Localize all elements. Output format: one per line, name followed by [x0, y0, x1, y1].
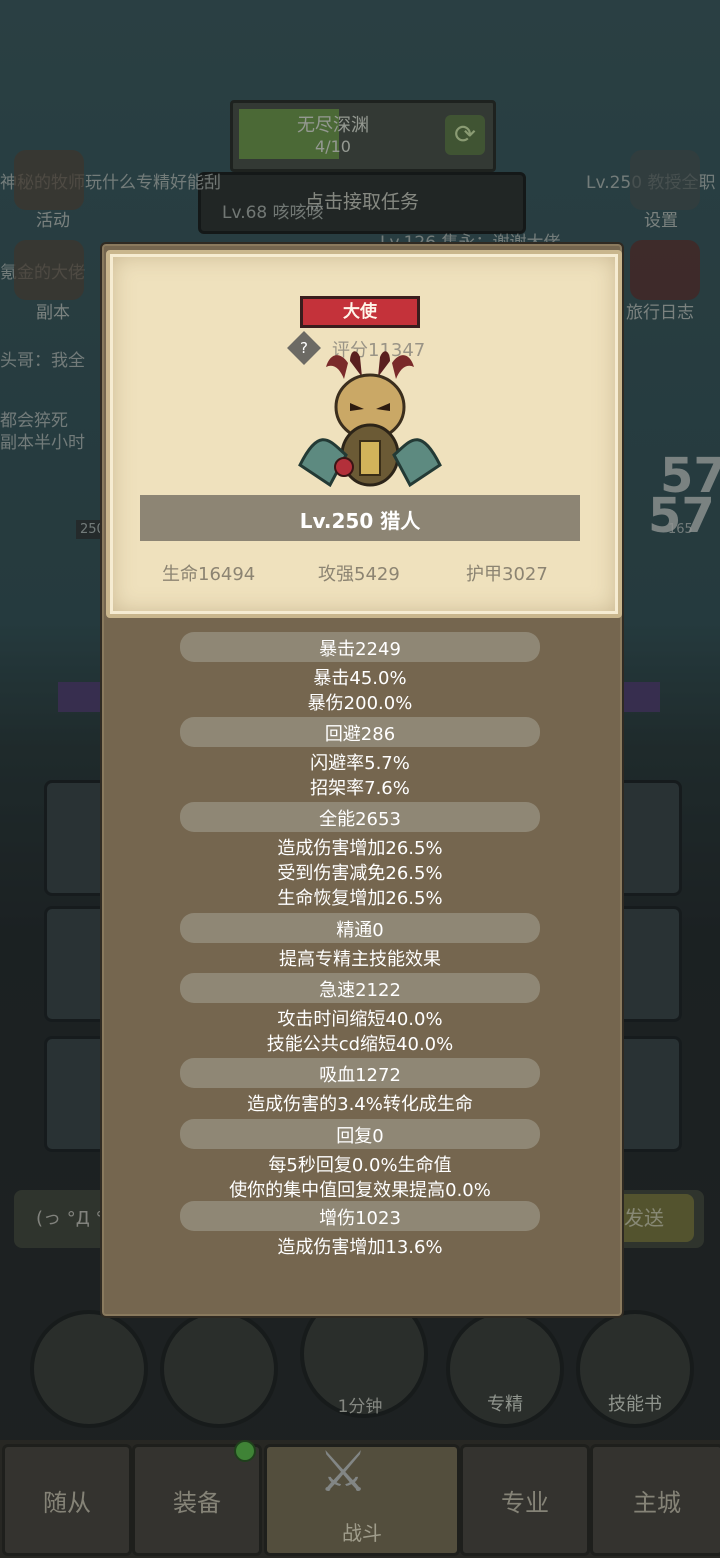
- avoidance-header: 回避286: [180, 717, 540, 747]
- lifesteal-header: 吸血1272: [180, 1058, 540, 1088]
- stat-detail: 闪避率5.7%: [310, 753, 410, 774]
- regen-header: 回复0: [180, 1119, 540, 1149]
- versatility-header: 全能2653: [180, 802, 540, 832]
- hunter-portrait-icon: [298, 351, 442, 488]
- mastery-header: 精通0: [180, 913, 540, 943]
- hp-stat: 生命16494: [162, 564, 256, 585]
- stat-detail: 招架率7.6%: [310, 778, 410, 799]
- stat-detail: 受到伤害减免26.5%: [277, 863, 443, 884]
- rank-badge: 大使: [300, 296, 420, 328]
- damage-bonus-header: 增伤1023: [180, 1201, 540, 1231]
- stat-detail: 暴击45.0%: [313, 668, 407, 689]
- stat-detail: 造成伤害增加13.6%: [277, 1237, 443, 1258]
- stat-detail: 攻击时间缩短40.0%: [277, 1009, 443, 1030]
- character-name-bar: Lv.250 猎人: [140, 495, 580, 541]
- stat-detail: 生命恢复增加26.5%: [277, 888, 443, 909]
- stat-detail: 技能公共cd缩短40.0%: [266, 1034, 454, 1055]
- armor-stat: 护甲3027: [466, 564, 548, 585]
- stat-detail: 提高专精主技能效果: [279, 949, 441, 970]
- stat-detail: 造成伤害增加26.5%: [277, 838, 443, 859]
- stat-detail: 使你的集中值回复效果提高0.0%: [229, 1180, 491, 1201]
- stat-detail: 造成伤害的3.4%转化成生命: [247, 1094, 473, 1115]
- attack-power-stat: 攻强5429: [318, 564, 400, 585]
- character-name: Lv.250 猎人: [299, 509, 421, 533]
- haste-header: 急速2122: [180, 973, 540, 1003]
- stat-detail: 暴伤200.0%: [307, 693, 413, 714]
- crit-header: 暴击2249: [180, 632, 540, 662]
- stat-detail: 每5秒回复0.0%生命值: [268, 1155, 452, 1176]
